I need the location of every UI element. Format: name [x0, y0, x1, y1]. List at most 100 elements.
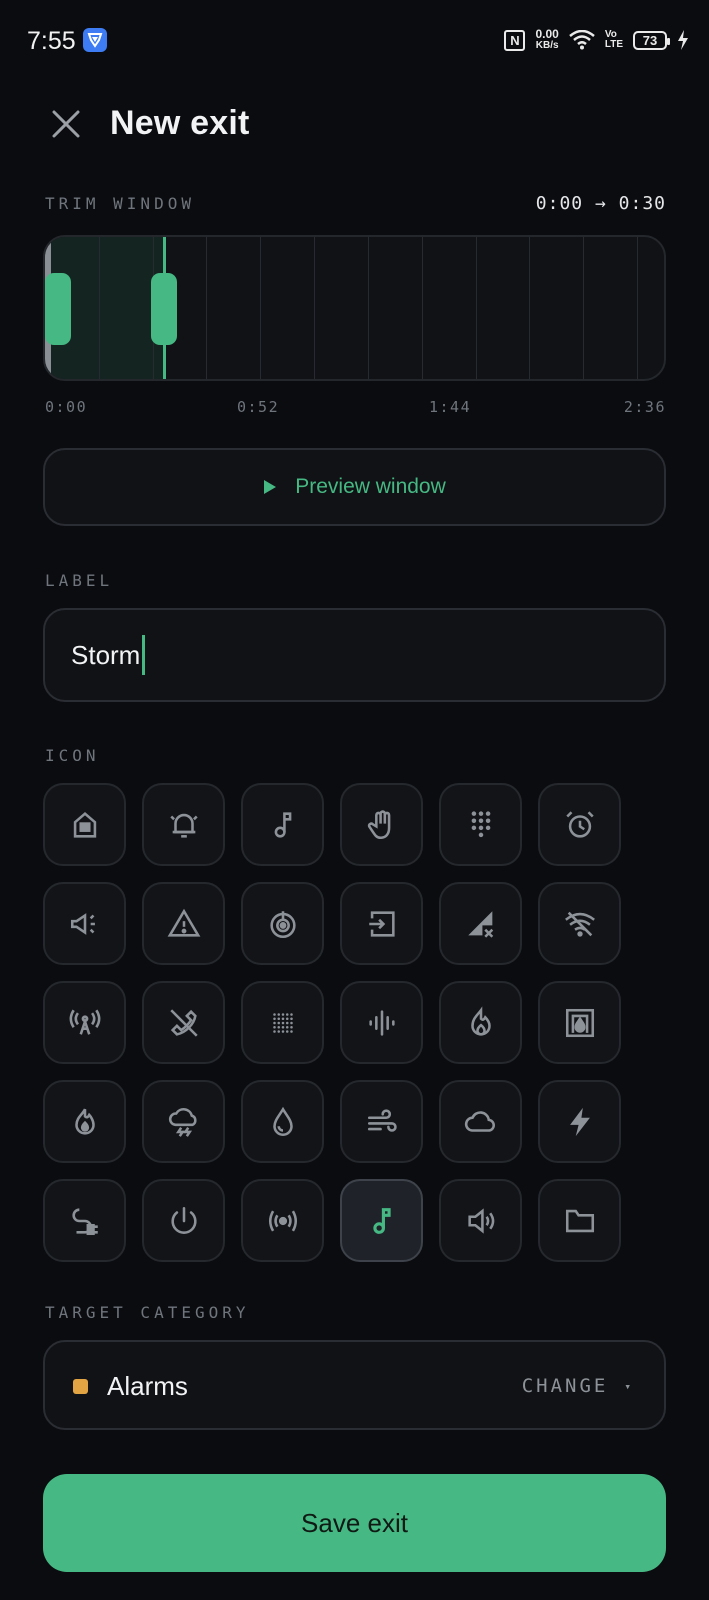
status-time: 7:55: [27, 27, 76, 55]
water-drop-icon: [272, 1106, 293, 1136]
power-icon: [170, 1206, 197, 1234]
cloud-icon: [464, 1110, 495, 1132]
icon-option[interactable]: [241, 1179, 324, 1262]
icon-option[interactable]: [439, 1080, 522, 1163]
signal-off-icon: [467, 910, 493, 938]
tick-label: 1:44: [429, 398, 472, 416]
preview-window-button[interactable]: Preview window: [43, 448, 666, 526]
icon-option[interactable]: [340, 1080, 423, 1163]
icon-option[interactable]: [340, 783, 423, 866]
icon-option[interactable]: [142, 882, 225, 965]
exit-icon: [368, 910, 395, 937]
status-bar: 7:55 N 0.00 KB/s Vo LTE 73: [0, 0, 709, 82]
icon-option-selected[interactable]: [340, 1179, 423, 1262]
trim-start-handle[interactable]: [45, 273, 71, 345]
folder-icon: [565, 1209, 594, 1232]
icon-option[interactable]: [241, 981, 324, 1064]
tick-label: 0:00: [45, 398, 88, 416]
home-alert-icon: [73, 811, 96, 838]
trim-grid-line: [529, 237, 530, 379]
phone-off-icon: [169, 1008, 198, 1037]
nfc-icon: N: [504, 29, 526, 51]
megaphone-icon: [70, 912, 95, 935]
icon-option[interactable]: [43, 981, 126, 1064]
volte-indicator: Vo LTE: [604, 29, 623, 50]
icon-option[interactable]: [340, 981, 423, 1064]
tick-label: 2:36: [623, 398, 666, 416]
sound-wave-icon: [368, 1009, 395, 1036]
trim-grid-line: [476, 237, 477, 379]
icon-section-label: ICON: [45, 746, 100, 765]
icon-option[interactable]: [241, 1080, 324, 1163]
category-name: Alarms: [107, 1371, 188, 1401]
trim-window-label: TRIM WINDOW: [45, 194, 195, 213]
wifi-icon: [569, 30, 595, 50]
category-selector[interactable]: Alarms CHANGE ▾: [43, 1340, 666, 1430]
hand-stop-icon: [367, 809, 390, 839]
close-button[interactable]: [46, 104, 86, 144]
icon-option[interactable]: [439, 882, 522, 965]
icon-option[interactable]: [538, 981, 621, 1064]
trim-ticks: 0:00 0:52 1:44 2:36: [45, 398, 666, 418]
power-plug-icon: [71, 1207, 98, 1235]
icon-grid: [43, 783, 621, 1262]
icon-option[interactable]: [43, 1179, 126, 1262]
label-input-value: Storm: [71, 639, 141, 670]
trim-grid-line: [368, 237, 369, 379]
icon-option[interactable]: [142, 1080, 225, 1163]
trim-grid-line: [314, 237, 315, 379]
trim-grid-line: [99, 237, 100, 379]
tick-label: 0:52: [237, 398, 280, 416]
icon-option[interactable]: [241, 882, 324, 965]
icon-option[interactable]: [340, 882, 423, 965]
preview-label: Preview window: [295, 475, 446, 498]
app-notification-icon: [83, 28, 107, 52]
alarm-clock-icon: [565, 810, 594, 838]
icon-option[interactable]: [439, 783, 522, 866]
trim-range-readout: 0:00 → 0:30: [535, 193, 666, 214]
text-caret: [142, 635, 146, 675]
flame-icon: [470, 1005, 491, 1036]
icon-option[interactable]: [538, 882, 621, 965]
icon-option[interactable]: [538, 783, 621, 866]
charging-icon: [678, 30, 688, 50]
lightning-icon: [569, 1107, 590, 1136]
icon-option[interactable]: [538, 1179, 621, 1262]
broadcast-tower-icon: [69, 1009, 100, 1035]
page-title: New exit: [110, 104, 250, 142]
trim-grid-line: [422, 237, 423, 379]
target-category-label: TARGET CATEGORY: [45, 1303, 250, 1322]
icon-option[interactable]: [241, 783, 324, 866]
chevron-down-icon: ▾: [624, 1379, 634, 1393]
change-category-button[interactable]: CHANGE ▾: [522, 1375, 634, 1397]
play-icon: [264, 480, 277, 494]
thunderstorm-icon: [168, 1107, 197, 1137]
save-exit-button[interactable]: Save exit: [43, 1474, 666, 1572]
icon-option[interactable]: [142, 1179, 225, 1262]
dial-pad-icon: [471, 810, 490, 837]
radio-waves-icon: [268, 1209, 297, 1232]
network-speed: 0.00 KB/s: [535, 27, 559, 51]
label-input[interactable]: Storm: [43, 608, 666, 702]
status-icons: N 0.00 KB/s Vo LTE 73: [504, 26, 689, 54]
warning-triangle-icon: [167, 908, 200, 937]
trim-track[interactable]: [43, 235, 666, 381]
wifi-off-icon: [564, 911, 595, 937]
change-label: CHANGE: [521, 1375, 609, 1397]
icon-option[interactable]: [43, 882, 126, 965]
icon-option[interactable]: [439, 1179, 522, 1262]
icon-option[interactable]: [142, 981, 225, 1064]
icon-option[interactable]: [43, 1080, 126, 1163]
battery-icon: 73: [633, 30, 670, 50]
fire-icon: [74, 1108, 95, 1135]
trim-end-handle[interactable]: [151, 273, 177, 345]
icon-option[interactable]: [538, 1080, 621, 1163]
trim-grid-line: [583, 237, 584, 379]
music-note-selected-icon: [372, 1207, 391, 1234]
bell-ring-icon: [169, 813, 198, 838]
icon-option[interactable]: [43, 783, 126, 866]
wind-icon: [367, 1108, 397, 1132]
dot-grid-icon: [272, 1012, 293, 1033]
icon-option[interactable]: [439, 981, 522, 1064]
icon-option[interactable]: [142, 783, 225, 866]
